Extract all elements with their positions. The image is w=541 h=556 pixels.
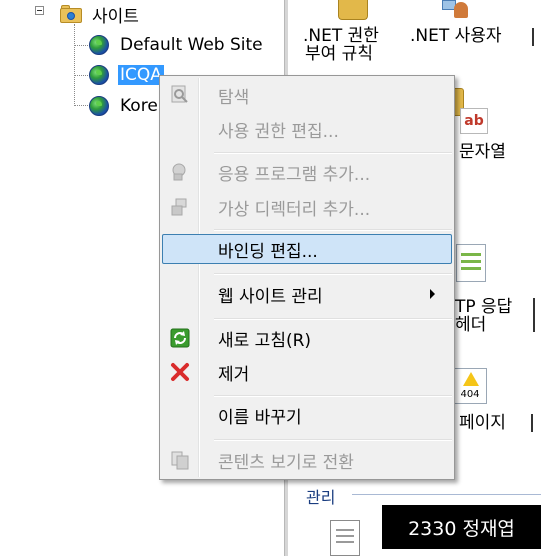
feature-label[interactable]: 문자열 — [459, 143, 506, 162]
content-view-icon — [170, 450, 190, 470]
tree-node-label: Default Web Site — [120, 35, 263, 55]
menu-item-edit-bindings[interactable]: 바인딩 편집... — [162, 234, 452, 264]
menu-item-label: 콘텐츠 보기로 전환 — [218, 452, 354, 473]
feature-label[interactable]: 페이지 — [459, 414, 506, 433]
sites-folder-icon — [60, 5, 82, 23]
refresh-icon — [170, 328, 190, 348]
tree-node-site[interactable]: Default Web Site — [89, 33, 263, 57]
menu-item-rename[interactable]: 이름 바꾸기 — [162, 400, 452, 430]
menu-item-label: 웹 사이트 관리 — [218, 286, 323, 307]
menu-separator — [214, 318, 452, 320]
globe-icon — [89, 65, 109, 85]
tree-node-site-selected[interactable]: ICQA — [89, 63, 164, 87]
tree-connector — [74, 75, 88, 76]
tree-connector — [74, 45, 88, 46]
menu-item-label: 바인딩 편집... — [218, 241, 318, 262]
feature-label[interactable]: 헤더 — [455, 316, 486, 335]
tree-node-site[interactable]: Kore — [89, 94, 158, 118]
error-code-text: 404 — [460, 389, 480, 400]
explore-icon — [170, 85, 190, 105]
menu-separator — [214, 439, 452, 441]
context-menu: 탐색 사용 권한 편집... 응용 프로그램 추가... 가상 디렉터리 추가.… — [159, 75, 455, 480]
menu-item-explore[interactable]: 탐색 — [162, 80, 452, 110]
menu-item-remove[interactable]: 제거 — [162, 357, 452, 387]
remove-icon — [170, 362, 190, 382]
tree-node-label: 사이트 — [92, 6, 139, 27]
tree-connector — [74, 24, 75, 106]
menu-item-refresh[interactable]: 새로 고침(R) — [162, 323, 452, 353]
section-title-management: 관리 — [306, 488, 336, 507]
menu-item-label: 이름 바꾸기 — [218, 407, 302, 428]
menu-separator — [214, 395, 452, 397]
net-users-icon — [442, 0, 468, 18]
menu-item-label: 제거 — [218, 364, 250, 385]
globe-icon — [89, 35, 109, 55]
collapse-toggle[interactable] — [35, 6, 44, 15]
tree-node-label: ICQA — [118, 65, 164, 85]
authorization-rules-icon — [338, 0, 368, 20]
menu-item-label: 사용 권한 편집... — [218, 121, 339, 142]
watermark-label: 2330 정재엽 — [382, 505, 541, 549]
tree-node-label: Kore — [120, 96, 158, 116]
submenu-arrow-icon — [430, 289, 435, 299]
menu-item-label: 가상 디렉터리 추가... — [218, 199, 371, 220]
error-page-icon: 404 — [453, 368, 487, 404]
menu-item-label: 응용 프로그램 추가... — [218, 164, 371, 185]
section-divider — [352, 494, 541, 495]
string-icon: ab — [460, 108, 488, 134]
partial-feature-icon — [533, 298, 541, 332]
tree-node-sites[interactable]: 사이트 — [60, 2, 139, 27]
tree-connector — [74, 105, 88, 106]
menu-item-manage-website[interactable]: 웹 사이트 관리 — [162, 279, 452, 309]
globe-icon — [89, 96, 109, 116]
menu-separator — [214, 229, 452, 231]
http-headers-icon — [456, 244, 486, 282]
menu-item-add-virtual-directory[interactable]: 가상 디렉터리 추가... — [162, 192, 452, 222]
menu-item-add-application[interactable]: 응용 프로그램 추가... — [162, 157, 452, 187]
menu-item-label: 탐색 — [218, 87, 250, 108]
menu-separator — [214, 273, 452, 275]
partial-feature-icon — [531, 414, 541, 432]
menu-item-label: 새로 고침(R) — [218, 330, 312, 351]
menu-item-switch-to-content-view[interactable]: 콘텐츠 보기로 전환 — [162, 445, 452, 475]
feature-label[interactable]: .NET 사용자 — [410, 27, 502, 46]
menu-separator — [214, 152, 452, 154]
document-icon — [330, 520, 360, 556]
add-application-icon — [170, 162, 190, 182]
feature-label[interactable]: 부여 규칙 — [305, 45, 373, 64]
add-virtual-directory-icon — [170, 197, 190, 217]
menu-item-edit-permissions[interactable]: 사용 권한 편집... — [162, 114, 452, 144]
partial-feature-icon — [532, 28, 541, 46]
